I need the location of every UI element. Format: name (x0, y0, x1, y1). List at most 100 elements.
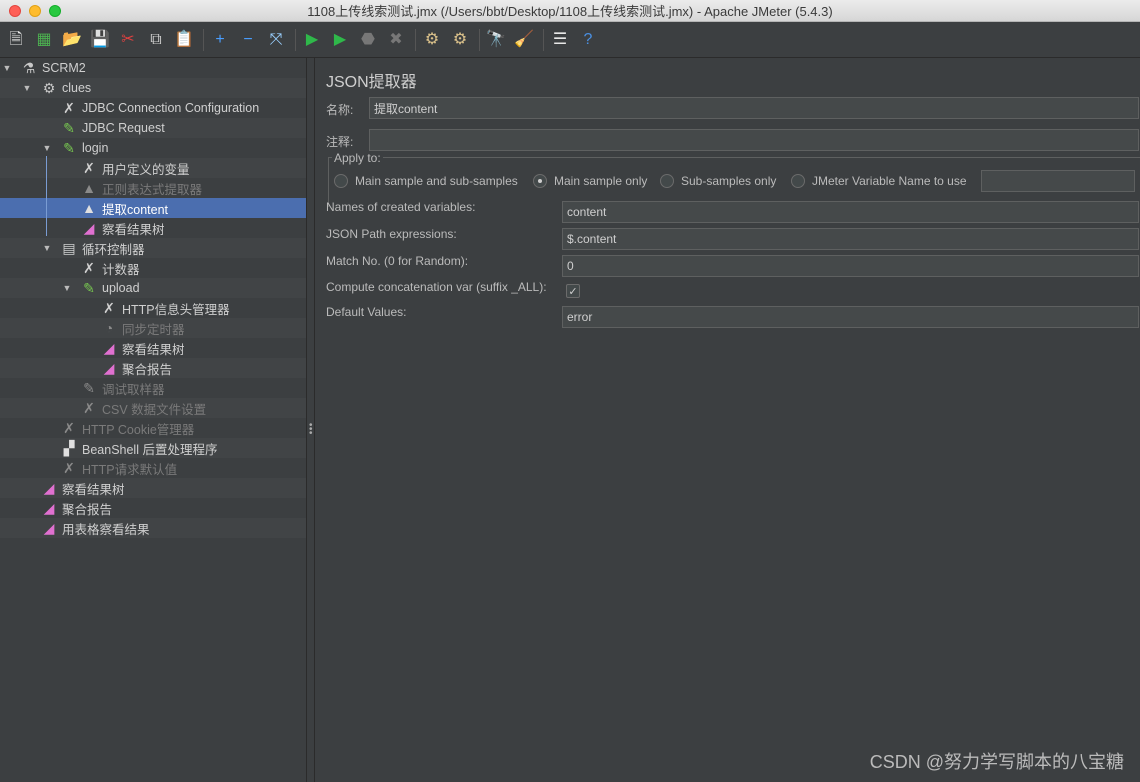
radio-main-only[interactable]: Main sample only (533, 174, 647, 188)
json-path-field[interactable]: $.content (562, 228, 1139, 250)
tree-item[interactable]: ▼ ▤ 循环控制器 (0, 238, 306, 258)
radio-sub-only[interactable]: Sub-samples only (660, 174, 776, 188)
start-no-pause-button[interactable]: ▶ (329, 29, 351, 51)
tree-item[interactable]: ▼ ✎ upload (0, 278, 306, 298)
tree-item[interactable]: ✎ 调试取样器 (0, 378, 306, 398)
help-button[interactable]: ? (577, 29, 599, 51)
variable-names-field[interactable]: content (562, 201, 1139, 223)
sampler-icon: ✎ (83, 279, 95, 296)
tree-item[interactable]: ▼ ✎ login (0, 138, 306, 158)
clear-all-button[interactable]: ⚙ (449, 29, 471, 51)
panel-title: JSON提取器 (326, 74, 417, 91)
default-values-field[interactable]: error (562, 306, 1139, 328)
tree-item[interactable]: ✗ 计数器 (0, 258, 306, 278)
clear-button[interactable]: ⚙ (421, 29, 443, 51)
shutdown-icon: ✖ (389, 30, 403, 48)
tree-item-label: 同步定时器 (122, 322, 185, 337)
test-plan-tree: ▼ ⚗ SCRM2 ▼ ⚙ clues ✗ JDBC Connection Configura… (0, 58, 307, 782)
default-values-label: Default Values: (326, 305, 407, 319)
copy-button[interactable]: ⧉ (145, 29, 167, 51)
tree-item[interactable]: ✗ HTTP Cookie管理器 (0, 418, 306, 438)
json-path-label: JSON Path expressions: (326, 227, 457, 241)
function-helper-button[interactable]: ☰ (549, 29, 571, 51)
tree-item[interactable]: ▼ ⚗ SCRM2 (0, 58, 306, 78)
tree-item[interactable]: ▞ BeanShell 后置处理程序 (0, 438, 306, 458)
new-icon: 🗎 (9, 30, 23, 48)
name-field[interactable]: 提取content (369, 97, 1139, 119)
json-extractor-panel: JSON提取器 名称: 提取content 注释: Apply to: Main… (316, 58, 1140, 782)
tree-item[interactable]: ◢ 察看结果树 (0, 338, 306, 358)
tree-item-label: 计数器 (102, 262, 140, 277)
expand-arrow-icon[interactable]: ▼ (42, 243, 52, 253)
stop-button[interactable]: ⬣ (357, 29, 379, 51)
save-button[interactable]: 💾 (89, 29, 111, 51)
search-button[interactable]: 🔭 (485, 29, 507, 51)
tree-item[interactable]: ◔ 同步定时器 (0, 318, 306, 338)
reset-search-button[interactable]: 🧹 (513, 29, 535, 51)
sampler-icon: ✎ (83, 379, 95, 396)
radio-button[interactable] (791, 174, 805, 188)
comment-label: 注释: (326, 135, 354, 149)
tree-item-label: 调试取样器 (102, 382, 165, 397)
tree-item[interactable]: ✗ HTTP请求默认值 (0, 458, 306, 478)
tree-item-label: 正则表达式提取器 (102, 182, 203, 197)
tree-item-label: CSV 数据文件设置 (102, 402, 207, 417)
tree-item[interactable]: ◢ 用表格察看结果 (0, 518, 306, 538)
expand-arrow-icon[interactable]: ▼ (22, 83, 32, 93)
splitter-grip[interactable]: • • • (309, 421, 313, 439)
remove-button[interactable]: − (237, 29, 259, 51)
window-titlebar: 1108上传线索测试.jmx (/Users/bbt/Desktop/1108上… (0, 0, 1140, 22)
comment-field[interactable] (369, 129, 1139, 151)
radio-button[interactable] (533, 174, 547, 188)
tree-item[interactable]: ◢ 察看结果树 (0, 478, 306, 498)
add-button[interactable]: + (209, 29, 231, 51)
radio-main-and-sub[interactable]: Main sample and sub-samples (334, 174, 518, 188)
toolbar-separator (479, 28, 480, 51)
radio-variable-name[interactable]: JMeter Variable Name to use (791, 174, 967, 188)
cut-button[interactable]: ✂ (117, 29, 139, 51)
tree-item[interactable]: ✎ JDBC Request (0, 118, 306, 138)
radio-button[interactable] (334, 174, 348, 188)
expand-arrow-icon[interactable]: ▼ (2, 63, 12, 73)
tree-item[interactable]: ◢ 聚合报告 (0, 358, 306, 378)
listener-icon: ◢ (103, 339, 115, 356)
radio-button[interactable] (660, 174, 674, 188)
config-element-icon: ✗ (63, 459, 75, 476)
tree-item[interactable]: ✗ CSV 数据文件设置 (0, 398, 306, 418)
expand-arrow-icon[interactable]: ▼ (42, 143, 52, 153)
close-window-button[interactable] (9, 5, 21, 17)
tree-item[interactable]: ✗ JDBC Connection Configuration (0, 98, 306, 118)
sampler-icon: ✎ (63, 119, 75, 136)
listener-icon: ◢ (43, 479, 55, 496)
paste-button[interactable]: 📋 (173, 29, 195, 51)
shutdown-button[interactable]: ✖ (385, 29, 407, 51)
toolbar-separator (295, 28, 296, 51)
config-element-icon: ✗ (103, 299, 115, 316)
concat-label: Compute concatenation var (suffix _ALL): (326, 280, 547, 294)
new-button[interactable]: 🗎 (5, 29, 27, 51)
maximize-window-button[interactable] (49, 5, 61, 17)
name-label: 名称: (326, 103, 354, 117)
tree-item-label: 聚合报告 (122, 362, 173, 377)
start-button[interactable]: ▶ (301, 29, 323, 51)
listener-icon: ◢ (43, 499, 55, 516)
config-element-icon: ✗ (83, 259, 95, 276)
tree-item[interactable]: ▼ ⚙ clues (0, 78, 306, 98)
expand-arrow-icon[interactable]: ▼ (62, 283, 72, 293)
tree-item-label: clues (62, 81, 92, 95)
tree-item[interactable]: ◢ 聚合报告 (0, 498, 306, 518)
templates-button[interactable]: ▦ (33, 29, 55, 51)
variable-name-field[interactable] (981, 170, 1135, 192)
match-no-field[interactable]: 0 (562, 255, 1139, 277)
tree-item[interactable]: ✗ HTTP信息头管理器 (0, 298, 306, 318)
stop-icon: ⬣ (361, 30, 375, 48)
toggle-button[interactable]: ⤧ (265, 29, 287, 51)
minimize-window-button[interactable] (29, 5, 41, 17)
open-button[interactable]: 📂 (61, 29, 83, 51)
tree-item-label: 察看结果树 (102, 222, 165, 237)
radio-label: Main sample only (554, 174, 648, 188)
reset-search-icon: 🧹 (514, 30, 534, 48)
tree-item-label: 用表格察看结果 (62, 522, 150, 537)
watermark: CSDN @努力学写脚本的八宝糖 (869, 752, 1124, 772)
concat-checkbox[interactable]: ✓ (566, 284, 580, 298)
